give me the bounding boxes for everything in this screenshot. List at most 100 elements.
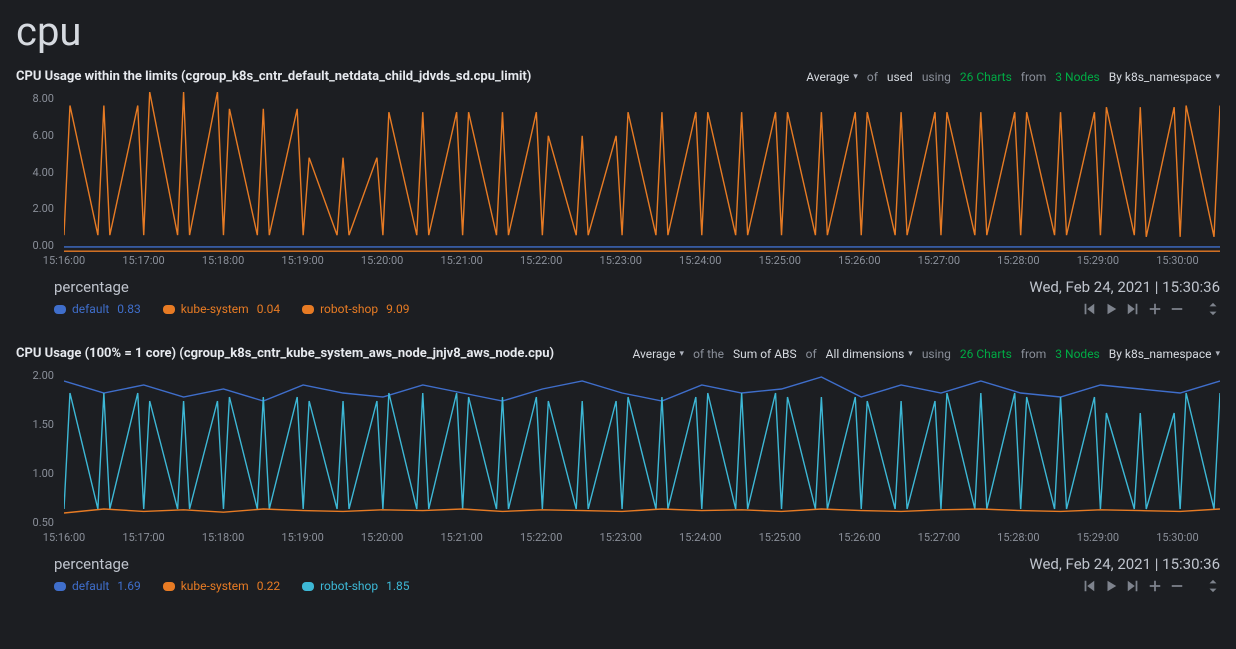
axis-tick: 15:24:00 [679, 254, 721, 272]
zoom-out-icon[interactable] [1170, 579, 1184, 593]
chevron-down-icon: ▾ [908, 349, 913, 359]
axis-tick: 0.00 [33, 239, 54, 252]
dimensions-select[interactable]: All dimensions▾ [826, 347, 913, 361]
aggregation-select[interactable]: Average▾ [632, 347, 684, 361]
label-of-the: of the [693, 347, 724, 361]
legend-item[interactable]: robot-shop 9.09 [302, 302, 409, 316]
legend-swatch [163, 582, 175, 591]
axis-tick: 15:28:00 [997, 254, 1039, 272]
skip-forward-icon[interactable] [1126, 579, 1140, 593]
chart-toolbar: Average▾ of used using 26 Charts from 3 … [806, 70, 1220, 84]
legend-name: kube-system [181, 302, 249, 316]
legend: default0.83 kube-system 0.04 robot-shop 9.09 [54, 302, 410, 316]
legend-name: default [72, 302, 109, 316]
skip-back-icon[interactable] [1082, 579, 1096, 593]
axis-tick: 15:21:00 [440, 254, 482, 272]
axis-tick: 2.00 [33, 369, 54, 382]
resize-icon[interactable] [1206, 302, 1220, 316]
chart-cpu-limit: CPU Usage within the limits (cgroup_k8s_… [16, 67, 1220, 316]
legend-value: 0.22 [257, 579, 280, 593]
axis-tick: 0.50 [33, 516, 54, 529]
skip-forward-icon[interactable] [1126, 302, 1140, 316]
axis-tick: 15:16:00 [43, 254, 85, 272]
axis-tick: 15:17:00 [122, 531, 164, 549]
method-select[interactable]: Sum of ABS [733, 347, 797, 361]
label-from: from [1021, 70, 1047, 84]
legend-value: 1.85 [386, 579, 409, 593]
legend-name: robot-shop [320, 579, 378, 593]
y-axis: 2.00 1.50 1.00 0.50 [16, 369, 60, 529]
legend-swatch [302, 305, 314, 314]
chevron-down-icon: ▾ [1215, 72, 1220, 82]
play-icon[interactable] [1104, 302, 1118, 316]
axis-tick: 15:29:00 [1077, 531, 1119, 549]
zoom-out-icon[interactable] [1170, 302, 1184, 316]
aggregation-select[interactable]: Average▾ [806, 70, 858, 84]
resize-icon[interactable] [1206, 579, 1220, 593]
groupby-select[interactable]: By k8s_namespace▾ [1109, 347, 1220, 361]
axis-tick: 15:18:00 [202, 531, 244, 549]
zoom-in-icon[interactable] [1148, 579, 1162, 593]
axis-tick: 2.00 [33, 202, 54, 215]
axis-tick: 15:27:00 [918, 531, 960, 549]
legend-name: robot-shop [320, 302, 378, 316]
axis-tick: 1.00 [33, 467, 54, 480]
play-icon[interactable] [1104, 579, 1118, 593]
label-of: of [867, 70, 878, 84]
charts-link[interactable]: 26 Charts [960, 70, 1012, 84]
chevron-down-icon: ▾ [680, 349, 685, 359]
groupby-select[interactable]: By k8s_namespace▾ [1109, 70, 1220, 84]
plot-canvas[interactable] [64, 369, 1220, 529]
legend-name: kube-system [181, 579, 249, 593]
series-kube-system [64, 509, 1220, 513]
chart-title: CPU Usage within the limits (cgroup_k8s_… [16, 69, 531, 84]
timestamp: Wed, Feb 24, 2021 | 15:30:36 [1029, 278, 1220, 296]
axis-tick: 15:30:00 [1156, 254, 1198, 272]
charts-link[interactable]: 26 Charts [960, 347, 1012, 361]
axis-tick: 4.00 [33, 166, 54, 179]
legend: default 1.69 kube-system 0.22 robot-shop 1.85 [54, 579, 410, 593]
legend-item[interactable]: default 1.69 [54, 579, 141, 593]
dimension-used[interactable]: used [887, 70, 913, 84]
label-of: of [806, 347, 817, 361]
axis-tick: 15:26:00 [838, 254, 880, 272]
axis-tick: 15:19:00 [281, 254, 323, 272]
axis-tick: 15:25:00 [759, 531, 801, 549]
axis-tick: 15:22:00 [520, 531, 562, 549]
axis-tick: 15:23:00 [600, 531, 642, 549]
series-default [64, 377, 1220, 401]
axis-tick: 8.00 [33, 92, 54, 105]
legend-value: 9.09 [386, 302, 409, 316]
axis-tick: 15:16:00 [43, 531, 85, 549]
legend-item[interactable]: robot-shop 1.85 [302, 579, 409, 593]
chart-toolbar: Average▾ of the Sum of ABS of All dimens… [632, 347, 1220, 361]
series-robot-shop [64, 92, 1220, 237]
axis-tick: 1.50 [33, 418, 54, 431]
legend-value: 1.69 [117, 579, 140, 593]
axis-tick: 15:28:00 [997, 531, 1039, 549]
axis-tick: 15:21:00 [440, 531, 482, 549]
nodes-link[interactable]: 3 Nodes [1055, 347, 1099, 361]
chart-controls [1082, 579, 1220, 593]
chart-controls [1082, 302, 1220, 316]
unit-label: percentage [54, 555, 129, 573]
axis-tick: 15:20:00 [361, 531, 403, 549]
label-using: using [922, 70, 951, 84]
legend-swatch [302, 582, 314, 591]
axis-tick: 15:19:00 [281, 531, 323, 549]
axis-tick: 15:27:00 [918, 254, 960, 272]
legend-value: 0.04 [257, 302, 280, 316]
legend-item[interactable]: kube-system 0.22 [163, 579, 280, 593]
legend-item[interactable]: kube-system 0.04 [163, 302, 280, 316]
legend-swatch [54, 305, 66, 314]
zoom-in-icon[interactable] [1148, 302, 1162, 316]
plot-area: 8.006.004.002.000.00 15:16:0015:17:0015:… [16, 92, 1220, 272]
axis-tick: 15:26:00 [838, 531, 880, 549]
nodes-link[interactable]: 3 Nodes [1055, 70, 1099, 84]
plot-canvas[interactable] [64, 92, 1220, 252]
legend-name: default [72, 579, 109, 593]
chevron-down-icon: ▾ [853, 72, 858, 82]
axis-tick: 15:18:00 [202, 254, 244, 272]
legend-item[interactable]: default0.83 [54, 302, 141, 316]
skip-back-icon[interactable] [1082, 302, 1096, 316]
